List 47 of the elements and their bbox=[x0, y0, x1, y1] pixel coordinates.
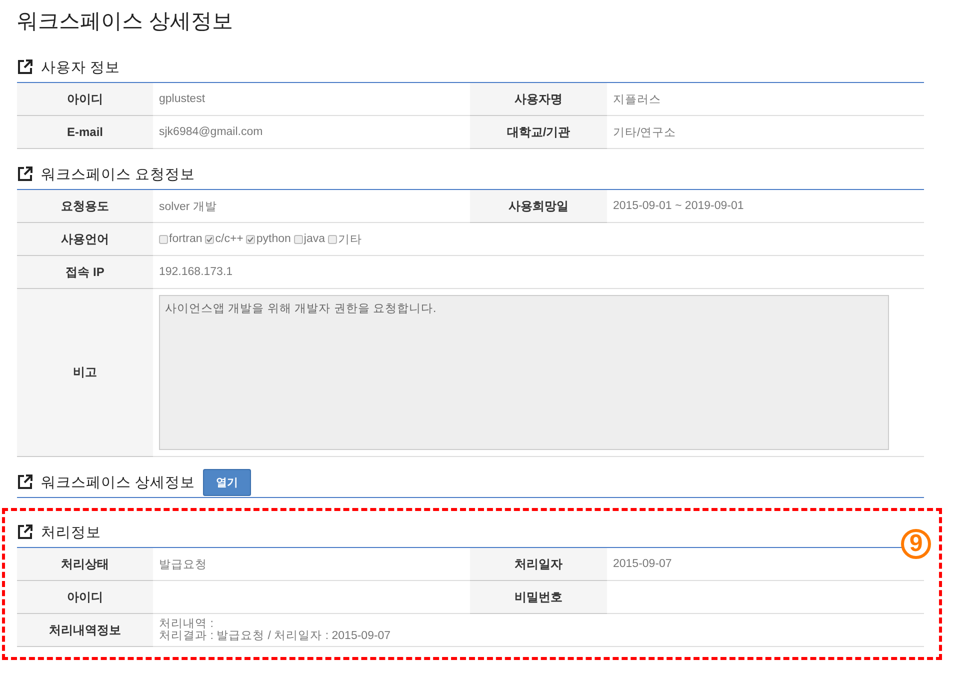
external-link-icon bbox=[17, 474, 33, 490]
checkbox[interactable] bbox=[328, 234, 338, 244]
field-label: 대학교/기관 bbox=[506, 124, 570, 140]
field-value: 발급요청 bbox=[159, 558, 207, 572]
checkbox[interactable] bbox=[294, 234, 303, 244]
section-title: 사용자 정보 bbox=[41, 58, 120, 76]
field-value: 2015-09-01 ~ 2019-09-01 bbox=[613, 200, 744, 212]
field-label: 사용자명 bbox=[514, 90, 562, 108]
page-title: 워크스페이스 상세정보 bbox=[16, 9, 234, 35]
field-label: 사용희망일 bbox=[508, 198, 568, 214]
checkbox-label: 기타 bbox=[338, 232, 362, 246]
field-label: 처리상태 bbox=[61, 556, 109, 572]
section-title: 처리정보 bbox=[41, 524, 101, 542]
field-value: sjk6984@gmail.com bbox=[159, 126, 263, 138]
field-value: 기타/연구소 bbox=[613, 126, 676, 140]
field-label: 요청용도 bbox=[61, 198, 109, 214]
field-label: 아이디 bbox=[67, 588, 103, 606]
field-label: E-mail bbox=[66, 125, 103, 139]
section-title: 워크스페이스 요청정보 bbox=[41, 166, 196, 184]
field-label: 접속 IP bbox=[66, 264, 104, 280]
checkbox-label: fortran bbox=[169, 233, 202, 245]
field-label: 아이디 bbox=[67, 90, 103, 108]
field-value: 지플러스 bbox=[613, 92, 661, 106]
open-button[interactable]: 열기 bbox=[203, 468, 252, 496]
field-label: 처리내역정보 bbox=[49, 622, 121, 638]
field-label: 사용언어 bbox=[61, 230, 109, 248]
checkbox-label: python bbox=[256, 233, 291, 245]
remarks-textarea[interactable]: 사이언스앱 개발을 위해 개발자 권한을 요청합니다. bbox=[159, 295, 889, 450]
field-value: 192.168.173.1 bbox=[159, 266, 233, 278]
callout-number: 9 bbox=[901, 529, 931, 559]
field-value: 2015-09-07 bbox=[613, 558, 672, 570]
checkbox[interactable] bbox=[159, 234, 168, 244]
external-link-icon bbox=[17, 166, 33, 182]
field-label: 비고 bbox=[73, 364, 97, 381]
checkbox[interactable] bbox=[205, 234, 214, 244]
checkbox-label: c/c++ bbox=[215, 233, 244, 245]
field-label: 비밀번호 bbox=[514, 588, 562, 606]
field-label: 처리일자 bbox=[514, 556, 562, 572]
field-value: gplustest bbox=[159, 93, 206, 105]
section-title: 워크스페이스 상세정보 bbox=[41, 474, 196, 492]
history-line: 처리내역 : bbox=[159, 618, 214, 630]
external-link-icon bbox=[17, 59, 33, 75]
history-line: 처리결과 : 발급요청 / 처리일자 : 2015-09-07 bbox=[159, 630, 391, 642]
checkbox[interactable] bbox=[246, 234, 256, 244]
field-value: solver 개발 bbox=[159, 200, 217, 214]
checkbox-label: java bbox=[304, 233, 326, 245]
external-link-icon bbox=[17, 524, 33, 540]
